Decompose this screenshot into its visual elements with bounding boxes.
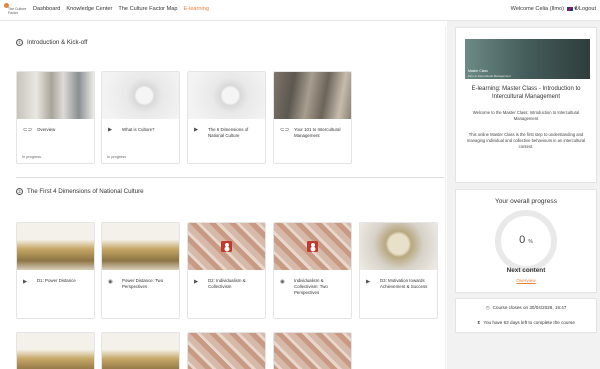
course-title: E-learning: Master Class - Introduction … <box>471 86 581 100</box>
content-card-individualism-perspectives[interactable]: ◉ Individualism & Collectivism: Two Pers… <box>273 222 352 319</box>
course-deadline-card: ◷ Course closes on 30/04/2026, 15:47 ⧗ You… <box>455 298 597 333</box>
card-thumbnail <box>188 72 265 119</box>
nav-knowledge-center[interactable]: Knowledge Center <box>66 6 112 12</box>
progress-card: Your overall progress 0 % Next content O… <box>455 189 597 293</box>
card-title: Your 101 to Intercultural Management <box>294 127 341 139</box>
video-icon: ▶ <box>366 279 371 285</box>
card-thumbnail <box>17 333 94 369</box>
link-icon: ⊂⊃ <box>280 127 290 133</box>
content-card-d2-individualism[interactable]: ▶ D2: Individualism & Collectivism <box>187 222 266 319</box>
nav-culture-factor-map[interactable]: The Culture Factor Map <box>118 6 177 12</box>
video-icon: ▶ <box>108 127 113 133</box>
content-card-101-intercultural[interactable]: ⊂⊃ Your 101 to Intercultural Management <box>273 71 352 164</box>
course-welcome: Welcome to the Master Class: Introductio… <box>472 110 580 121</box>
link-icon: ⊂⊃ <box>23 127 33 133</box>
course-content: ① Introduction & Kick-off ⊂⊃ Overview In … <box>5 26 446 369</box>
card-status: In progress <box>107 155 126 159</box>
nav-dashboard[interactable]: Dashboard <box>33 6 60 12</box>
logout-button[interactable]: ⏻Logout <box>574 6 596 13</box>
progress-unit: % <box>528 239 533 245</box>
section-number-1: ① <box>16 39 23 46</box>
logout-label: Logout <box>578 6 596 12</box>
card-thumbnail <box>274 333 351 369</box>
video-icon: ▶ <box>194 127 199 133</box>
top-navigation-bar: The Culture Factor Dashboard Knowledge C… <box>0 0 600 21</box>
card-thumbnail <box>102 223 179 270</box>
content-card-overview[interactable]: ⊂⊃ Overview In progress <box>16 71 95 164</box>
content-card-partial[interactable] <box>273 332 352 369</box>
content-card-partial[interactable] <box>187 332 266 369</box>
uk-flag-icon[interactable] <box>567 7 573 11</box>
section-title-1: ① Introduction & Kick-off <box>16 39 87 46</box>
next-content-link[interactable]: Overview <box>456 278 596 283</box>
card-title: What is Culture? <box>122 127 155 132</box>
card-thumbnail <box>102 333 179 369</box>
card-thumbnail <box>102 72 179 119</box>
video-icon: ▶ <box>23 279 28 285</box>
nav-e-learning[interactable]: E-learning <box>183 6 209 12</box>
section-divider <box>16 177 444 178</box>
eye-icon: ◉ <box>108 279 113 285</box>
content-card-power-distance-perspectives[interactable]: ◉ Power Distance: Two Perspectives <box>101 222 180 319</box>
next-content-label: Next content <box>506 267 546 274</box>
card-title: D1: Power Distance <box>37 278 76 283</box>
course-banner-image: Master Class Intro to Intercultural Mana… <box>465 39 590 79</box>
card-thumbnail <box>188 333 265 369</box>
user-greeting[interactable]: Welcome Celia (Ilmo) <box>511 6 564 12</box>
section-title-text-1: Introduction & Kick-off <box>27 39 88 47</box>
progress-value-wrap: 0 % <box>456 234 596 246</box>
eye-icon: ◉ <box>280 279 285 285</box>
course-description: This online Master Class is the first st… <box>466 132 586 149</box>
card-thumbnail <box>274 72 351 119</box>
course-closes-text: Course closes on 30/04/2026, 15:47 <box>492 305 567 310</box>
banner-subtitle: Intro to Intercultural Management <box>468 74 511 78</box>
section-title-2: ② The First 4 Dimensions of National Cult… <box>16 188 144 195</box>
card-thumbnail <box>360 223 437 270</box>
banner-title: Master Class <box>468 69 488 73</box>
section-number-2: ② <box>16 188 23 195</box>
person-icon <box>221 241 232 252</box>
card-title: Individualism & Collectivism: Two Perspe… <box>294 278 328 296</box>
hourglass-icon: ⧗ <box>477 320 481 325</box>
card-title: Power Distance: Two Perspectives <box>122 278 164 290</box>
card-thumbnail <box>274 223 351 270</box>
content-card-what-is-culture[interactable]: ▶ What is Culture? In progress <box>101 71 180 164</box>
card-status: In progress <box>22 155 41 159</box>
card-title: D2: Individualism & Collectivism <box>208 278 246 290</box>
card-thumbnail <box>17 72 94 119</box>
person-icon <box>307 241 318 252</box>
video-icon: ▶ <box>194 279 199 285</box>
content-card-d3-motivation[interactable]: ▶ D3: Motivation towards Achievement & S… <box>359 222 438 319</box>
content-card-partial[interactable] <box>101 332 180 369</box>
course-info-card: Master Class Intro to Intercultural Mana… <box>455 27 597 183</box>
course-closes-row: ◷ Course closes on 30/04/2026, 15:47 <box>456 305 596 311</box>
main-nav: Dashboard Knowledge Center The Culture F… <box>33 6 209 12</box>
days-left-text: You have 63 days left to complete the co… <box>483 320 575 325</box>
progress-value: 0 <box>519 234 526 246</box>
content-card-partial[interactable] <box>16 332 95 369</box>
content-card-6-dimensions[interactable]: ▶ The 6 Dimensions of National Culture <box>187 71 266 164</box>
days-left-row: ⧗ You have 63 days left to complete the c… <box>456 320 596 325</box>
section-title-text-2: The First 4 Dimensions of National Cultu… <box>27 188 144 196</box>
card-title: Overview <box>37 127 56 132</box>
card-thumbnail <box>188 223 265 270</box>
clock-icon: ◷ <box>485 305 490 310</box>
card-title: D3: Motivation towards Achievement & Suc… <box>380 278 428 290</box>
card-title: The 6 Dimensions of National Culture <box>208 127 249 139</box>
progress-title: Your overall progress <box>494 198 558 205</box>
card-thumbnail <box>17 223 94 270</box>
logo-text: The Culture Factor <box>8 7 27 15</box>
content-card-d1-power-distance[interactable]: ▶ D1: Power Distance <box>16 222 95 319</box>
culture-factor-logo[interactable]: The Culture Factor <box>4 3 26 18</box>
